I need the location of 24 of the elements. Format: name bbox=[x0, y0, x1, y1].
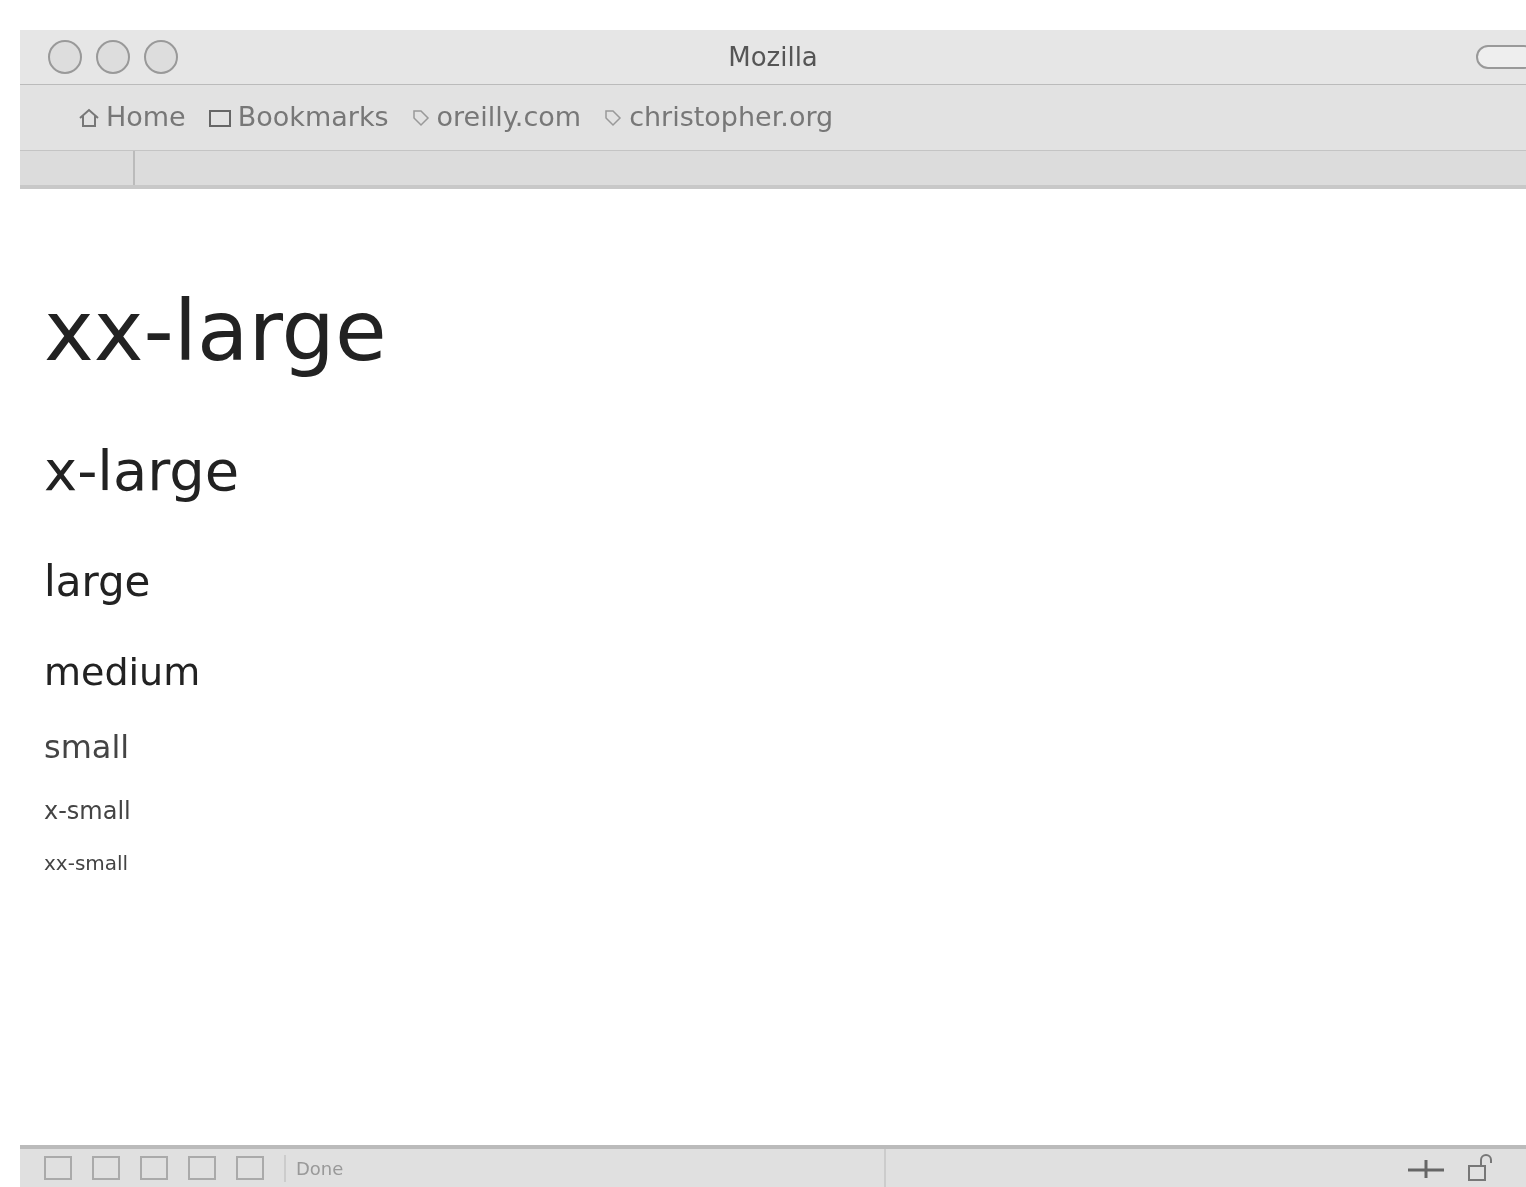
folder-icon bbox=[207, 107, 232, 128]
bookmark-item[interactable]: Home bbox=[78, 97, 186, 138]
component-icon[interactable] bbox=[92, 1156, 120, 1180]
bookmark-item[interactable]: Bookmarks bbox=[207, 97, 389, 138]
component-icon[interactable] bbox=[140, 1156, 168, 1180]
house-icon bbox=[78, 107, 100, 128]
component-icon[interactable] bbox=[236, 1156, 264, 1180]
window-title: Mozilla bbox=[728, 40, 818, 74]
tag-icon bbox=[410, 107, 431, 128]
sample-text: medium bbox=[44, 653, 201, 691]
component-icon[interactable] bbox=[44, 1156, 72, 1180]
tag-icon bbox=[603, 107, 624, 128]
sample-text: small bbox=[44, 731, 130, 763]
window-control-icon[interactable] bbox=[96, 40, 130, 74]
toolbar-toggle-icon[interactable] bbox=[1476, 45, 1526, 69]
sample-text: large bbox=[44, 561, 151, 603]
bookmark-item[interactable]: oreilly.com bbox=[410, 97, 582, 138]
window-control-icon[interactable] bbox=[144, 40, 178, 74]
sample-text: x-small bbox=[44, 799, 131, 823]
bookmark-item[interactable]: christopher.org bbox=[603, 97, 834, 138]
component-icon[interactable] bbox=[188, 1156, 216, 1180]
sample-text: xx-small bbox=[44, 853, 129, 873]
status-text: Done bbox=[284, 1154, 864, 1182]
window-control-icon[interactable] bbox=[48, 40, 82, 74]
